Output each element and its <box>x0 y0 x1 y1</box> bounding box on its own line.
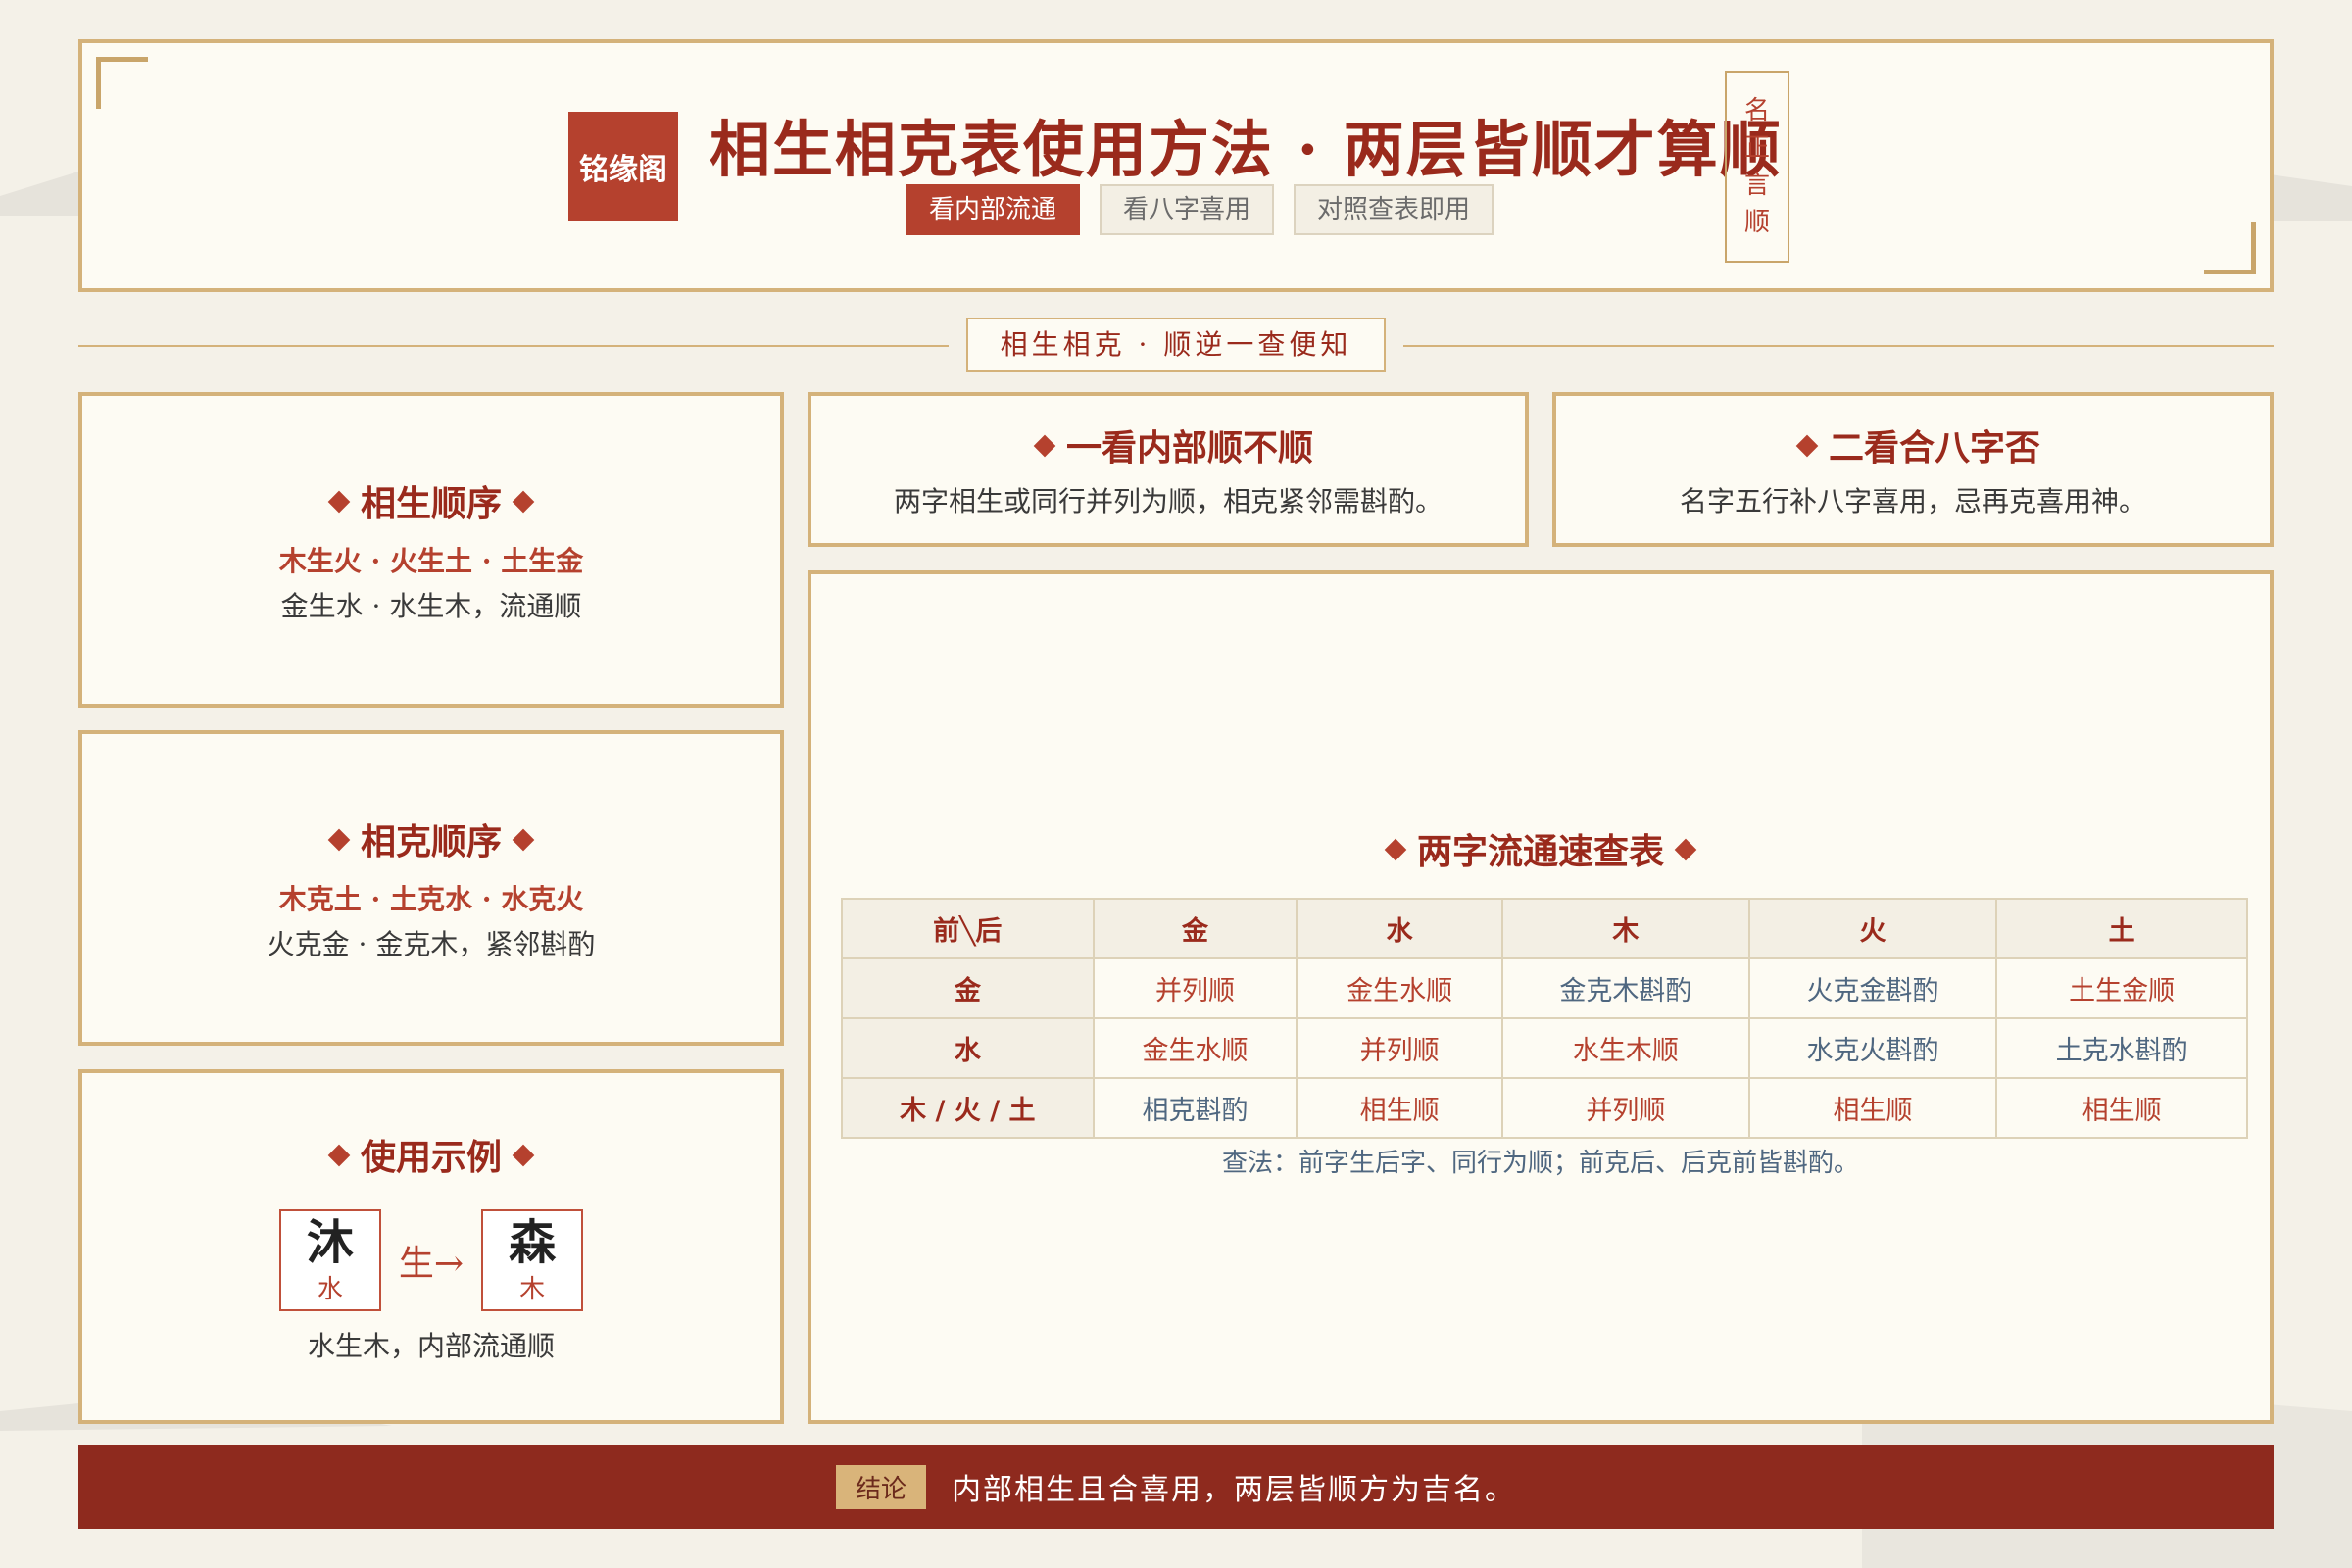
table-cell: 并列顺 <box>1092 957 1298 1019</box>
vertical-seal: 名 正 言 顺 <box>1725 71 1789 263</box>
column-header: 火 <box>1747 898 1998 959</box>
conclusion-badge: 结论 <box>835 1464 926 1509</box>
table-cell: 并列顺 <box>1501 1077 1750 1139</box>
diamond-icon <box>1384 838 1407 861</box>
card-flow-table: 两字流通速查表 前╲后 金 水 木 火 土 金 并列顺 金生水顺 金克木斟酌 火… <box>808 570 2274 1424</box>
table-cell: 相克斟酌 <box>1092 1077 1298 1139</box>
table-cell: 水克火斟酌 <box>1747 1017 1998 1079</box>
diamond-icon <box>1033 434 1056 458</box>
sheng-main-line: 木生火 · 火生土 · 土生金 <box>278 545 584 577</box>
brand-seal: 铭缘阁 <box>568 112 678 221</box>
seal-char: 名 <box>1743 96 1770 125</box>
sheng-sub-line: 金生水 · 水生木，流通顺 <box>280 590 582 622</box>
card-title: 相生顺序 <box>318 475 545 526</box>
diamond-icon <box>1674 838 1697 861</box>
tab-bazi-xiyong[interactable]: 看八字喜用 <box>1100 184 1275 235</box>
corner-ornament <box>96 57 148 109</box>
example-char: 沐 <box>306 1214 354 1270</box>
table-cell: 水生木顺 <box>1501 1017 1750 1079</box>
card-title: 一看内部顺不顺 <box>1023 419 1313 470</box>
table-cell: 土克水斟酌 <box>1995 1017 2248 1079</box>
seal-char: 顺 <box>1743 208 1770 237</box>
card-title-text: 相克顺序 <box>360 822 502 862</box>
flow-lookup-table: 前╲后 金 水 木 火 土 金 并列顺 金生水顺 金克木斟酌 火克金斟酌 土生金… <box>841 898 2248 1139</box>
table-note: 查法：前字生后字、同行为顺；前克后、后克前皆斟酌。 <box>1221 1149 1859 1178</box>
table-cell: 金生水顺 <box>1296 957 1504 1019</box>
column-header: 土 <box>1995 898 2248 959</box>
card-example: 使用示例 沐 水 生→ 森 木 水生木，内部流通顺 <box>78 1069 784 1424</box>
table-header-row: 前╲后 金 水 木 火 土 <box>841 898 2248 959</box>
table-row: 水 金生水顺 并列顺 水生木顺 水克火斟酌 土克水斟酌 <box>841 1017 2248 1079</box>
table-cell: 相生顺 <box>1296 1077 1504 1139</box>
row-header: 金 <box>841 957 1095 1019</box>
page-title: 相生相克表使用方法 · 两层皆顺才算顺 <box>710 114 1783 185</box>
step-one-desc: 两字相生或同行并列为顺，相克紧邻需斟酌。 <box>893 485 1443 517</box>
card-title: 相克顺序 <box>318 813 545 864</box>
table-cell: 金克木斟酌 <box>1501 957 1750 1019</box>
table-cell: 并列顺 <box>1296 1017 1504 1079</box>
table-title: 两字流通速查表 <box>811 823 2270 874</box>
tab-internal-flow[interactable]: 看内部流通 <box>906 184 1081 235</box>
card-title: 二看合八字否 <box>1786 419 2040 470</box>
diamond-icon <box>327 490 351 514</box>
divider-line-left <box>78 345 949 347</box>
diamond-icon <box>512 1144 535 1167</box>
card-title-text: 使用示例 <box>360 1138 502 1178</box>
conclusion-bar: 结论 内部相生且合喜用，两层皆顺方为吉名。 <box>78 1445 2274 1529</box>
ke-main-line: 木克土 · 土克水 · 水克火 <box>278 883 584 915</box>
table-title-text: 两字流通速查表 <box>1416 832 1664 872</box>
diamond-icon <box>327 828 351 852</box>
seal-char: 言 <box>1743 171 1770 200</box>
diamond-icon <box>512 828 535 852</box>
example-pair: 沐 水 生→ 森 木 <box>278 1209 584 1311</box>
table-cell: 土生金顺 <box>1995 957 2248 1019</box>
table-cell: 相生顺 <box>1747 1077 1998 1139</box>
header-panel: 铭缘阁 相生相克表使用方法 · 两层皆顺才算顺 看内部流通 看八字喜用 对照查表… <box>78 39 2274 292</box>
ke-sub-line: 火克金 · 金克木，紧邻斟酌 <box>267 928 596 960</box>
table-row: 木 / 火 / 土 相克斟酌 相生顺 并列顺 相生顺 相生顺 <box>841 1077 2248 1139</box>
step-two-desc: 名字五行补八字喜用，忌再克喜用神。 <box>1679 485 2146 517</box>
card-title-text: 二看合八字否 <box>1828 428 2040 468</box>
table-cell: 相生顺 <box>1995 1077 2248 1139</box>
diamond-icon <box>512 490 535 514</box>
table-cell: 火克金斟酌 <box>1747 957 1998 1019</box>
row-header: 水 <box>841 1017 1095 1079</box>
column-header: 水 <box>1296 898 1504 959</box>
example-element: 水 <box>317 1274 343 1304</box>
example-element: 木 <box>519 1274 546 1304</box>
card-title-text: 相生顺序 <box>360 484 502 524</box>
card-title: 使用示例 <box>318 1129 545 1180</box>
sheng-arrow: 生→ <box>398 1244 465 1284</box>
divider-label: 相生相克 · 顺逆一查便知 <box>966 318 1386 372</box>
example-char: 森 <box>509 1214 557 1270</box>
column-header: 木 <box>1501 898 1750 959</box>
diamond-icon <box>327 1144 351 1167</box>
example-char-box: 森 木 <box>481 1209 584 1311</box>
corner-ornament <box>2204 222 2256 274</box>
card-ke-order: 相克顺序 木克土 · 土克水 · 水克火 火克金 · 金克木，紧邻斟酌 <box>78 730 784 1046</box>
example-char-box: 沐 水 <box>278 1209 381 1311</box>
card-sheng-order: 相生顺序 木生火 · 火生土 · 土生金 金生水 · 水生木，流通顺 <box>78 392 784 708</box>
table-corner-header: 前╲后 <box>841 898 1095 959</box>
table-row: 金 并列顺 金生水顺 金克木斟酌 火克金斟酌 土生金顺 <box>841 957 2248 1019</box>
conclusion-text: 内部相生且合喜用，两层皆顺方为吉名。 <box>952 1473 1516 1507</box>
tab-lookup-table[interactable]: 对照查表即用 <box>1294 184 1494 235</box>
table-cell: 金生水顺 <box>1092 1017 1298 1079</box>
seal-char: 正 <box>1743 133 1770 163</box>
card-step-two: 二看合八字否 名字五行补八字喜用，忌再克喜用神。 <box>1552 392 2274 547</box>
card-step-one: 一看内部顺不顺 两字相生或同行并列为顺，相克紧邻需斟酌。 <box>808 392 1529 547</box>
row-header: 木 / 火 / 土 <box>841 1077 1095 1139</box>
column-header: 金 <box>1092 898 1298 959</box>
tab-bar: 看内部流通 看八字喜用 对照查表即用 <box>906 184 1494 235</box>
diamond-icon <box>1795 434 1819 458</box>
example-caption: 水生木，内部流通顺 <box>307 1330 555 1362</box>
divider-line-right <box>1403 345 2274 347</box>
card-title-text: 一看内部顺不顺 <box>1065 428 1313 468</box>
